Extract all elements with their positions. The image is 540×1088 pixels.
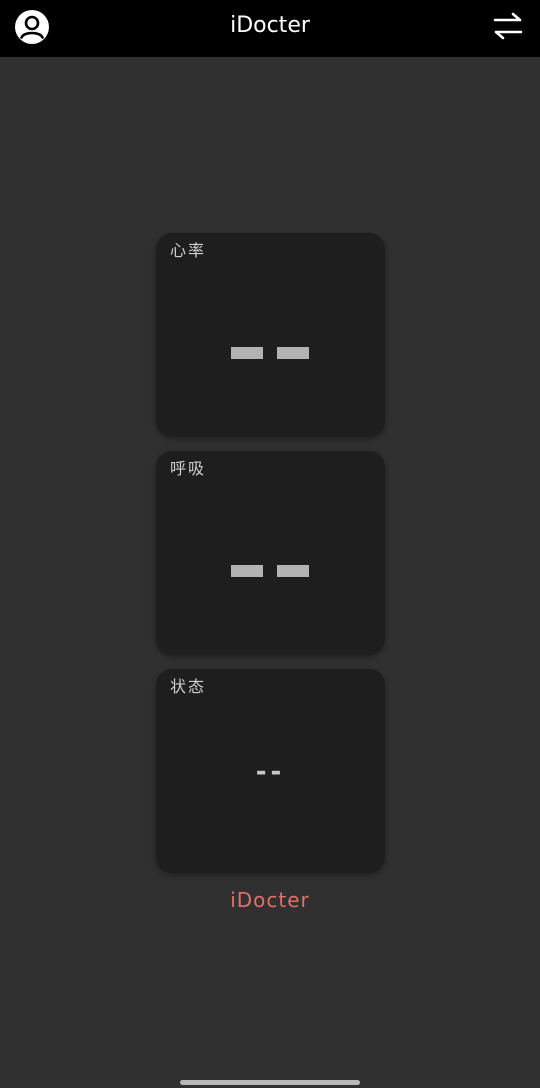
dash-bar — [277, 565, 309, 577]
dash-bar — [231, 347, 263, 359]
footer-brand: iDocter — [230, 888, 310, 912]
swap-arrows-icon[interactable] — [492, 11, 524, 41]
home-indicator[interactable] — [180, 1080, 360, 1085]
top-app-bar: iDocter — [0, 0, 540, 57]
dash-bar — [231, 565, 263, 577]
heart-rate-label: 心率 — [170, 241, 207, 260]
status-label: 状态 — [170, 677, 207, 696]
status-card[interactable]: 状态 -- — [156, 669, 385, 873]
app-title: iDocter — [230, 13, 310, 38]
heart-rate-card[interactable]: 心率 -- — [156, 233, 385, 437]
respiration-label: 呼吸 — [170, 459, 207, 478]
respiration-card[interactable]: 呼吸 -- — [156, 451, 385, 655]
dash-bar — [277, 347, 309, 359]
status-value: -- — [255, 757, 286, 787]
